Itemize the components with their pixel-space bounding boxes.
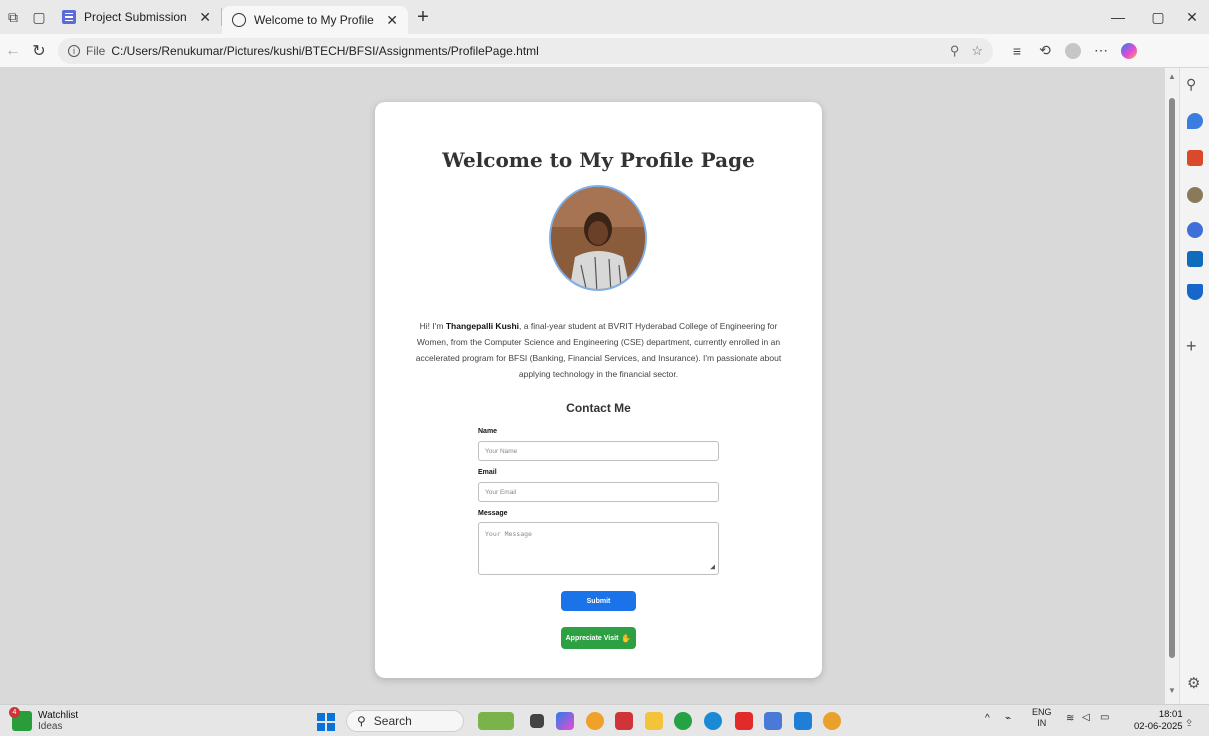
- zoom-icon[interactable]: ⚲: [950, 43, 960, 59]
- tab-welcome-profile[interactable]: Welcome to My Profile ✕: [222, 6, 408, 34]
- widget-subtitle: Ideas: [38, 721, 63, 732]
- system-clock[interactable]: 18:01 02-06-2025: [1134, 709, 1183, 733]
- copilot-app-icon[interactable]: [556, 712, 574, 730]
- region-code: IN: [1037, 718, 1047, 728]
- tray-expand-icon[interactable]: ^: [985, 713, 990, 724]
- bio-intro: Hi! I'm: [419, 321, 446, 331]
- refresh-button[interactable]: ↻: [26, 34, 52, 68]
- tab-title: Project Submission Form (HTML,: [84, 10, 191, 24]
- whatsapp-icon[interactable]: [674, 712, 692, 730]
- globe-icon: [232, 13, 246, 27]
- start-button[interactable]: [317, 713, 335, 731]
- clock-date: 02-06-2025: [1134, 721, 1183, 732]
- drop-icon[interactable]: [1187, 284, 1203, 300]
- minimize-button[interactable]: —: [1098, 0, 1138, 34]
- battery-saver-icon[interactable]: ⌁: [1005, 713, 1011, 724]
- edge-sidebar: ⚲ + ⚙: [1179, 68, 1209, 704]
- wifi-icon[interactable]: ≋: [1066, 713, 1074, 724]
- battery-icon[interactable]: ▭: [1100, 712, 1109, 723]
- tab-title: Welcome to My Profile: [254, 13, 374, 27]
- tab-project-submission[interactable]: Project Submission Form (HTML, ✕: [52, 8, 222, 26]
- info-icon[interactable]: i: [68, 44, 80, 57]
- url-scheme: File: [86, 43, 106, 58]
- more-menu-icon[interactable]: ⋯: [1087, 34, 1115, 68]
- scroll-up-icon[interactable]: ▲: [1168, 72, 1176, 81]
- tab-strip: ⧉ ▢ Project Submission Form (HTML, ✕ Wel…: [0, 0, 1209, 34]
- scroll-down-icon[interactable]: ▼: [1168, 686, 1176, 695]
- widget-title: Watchlist: [38, 710, 79, 721]
- outlook-icon[interactable]: [1187, 251, 1203, 267]
- microsoft-365-icon[interactable]: [1187, 222, 1203, 238]
- email-label: Email: [478, 469, 497, 476]
- appreciate-visit-button[interactable]: Appreciate Visit ✋: [561, 627, 636, 649]
- email-input[interactable]: Your Email: [478, 482, 719, 502]
- file-explorer-icon[interactable]: [645, 712, 663, 730]
- tools-icon[interactable]: [1187, 150, 1203, 166]
- clap-icon: ✋: [621, 633, 632, 643]
- bio-name: Thangepalli Kushi: [445, 321, 520, 331]
- profile-card: Welcome to My Profile Page Hi! I'm Thang…: [375, 102, 822, 678]
- news-widget-icon[interactable]: [478, 712, 514, 730]
- message-textarea[interactable]: Your Message ◢: [478, 522, 719, 575]
- close-tab-icon[interactable]: ✕: [386, 12, 398, 29]
- favorites-icon[interactable]: ≡: [1003, 34, 1031, 68]
- search-label: Search: [373, 714, 412, 728]
- form-favicon-icon: [62, 10, 76, 24]
- new-tab-button[interactable]: +: [408, 0, 438, 34]
- address-bar[interactable]: i File C:/Users/Renukumar/Pictures/kushi…: [58, 37, 993, 64]
- browser-toolbar: ← ↻ i File C:/Users/Renukumar/Pictures/k…: [0, 34, 1209, 68]
- add-sidebar-app-icon[interactable]: +: [1186, 336, 1197, 357]
- close-tab-icon[interactable]: ✕: [199, 9, 211, 26]
- windows-taskbar: 4 Watchlist Ideas ⚲ Search ^ ⌁ ENG IN ≋ ◁ ▭…: [0, 704, 1209, 736]
- back-button[interactable]: ←: [0, 34, 26, 68]
- taskbar-search[interactable]: ⚲ Search: [346, 710, 464, 732]
- workspaces-icon[interactable]: ⧉: [0, 0, 26, 34]
- tab-actions-icon[interactable]: ▢: [26, 0, 52, 34]
- name-input[interactable]: Your Name: [478, 441, 719, 461]
- page-title: Welcome to My Profile Page: [442, 148, 755, 172]
- search-icon[interactable]: ⚲: [1186, 76, 1196, 93]
- favorite-star-icon[interactable]: ☆: [971, 43, 983, 59]
- contact-heading: Contact Me: [566, 401, 631, 415]
- history-icon[interactable]: ⟲: [1031, 34, 1059, 68]
- volume-icon[interactable]: ◁: [1082, 712, 1090, 723]
- sidebar-settings-icon[interactable]: ⚙: [1187, 674, 1200, 692]
- notifications-icon[interactable]: ⍚: [1186, 713, 1193, 728]
- language-indicator[interactable]: ENG IN: [1032, 707, 1052, 729]
- resize-handle-icon[interactable]: ◢: [710, 562, 715, 571]
- mcafee-icon[interactable]: [615, 712, 633, 730]
- chrome-icon[interactable]: [823, 712, 841, 730]
- scroll-thumb[interactable]: [1169, 98, 1175, 658]
- store-app-icon[interactable]: [586, 712, 604, 730]
- stock-chart-icon: 4: [9, 707, 32, 731]
- copilot-button[interactable]: [1115, 34, 1143, 68]
- close-window-button[interactable]: ✕: [1172, 0, 1209, 34]
- ms-store-icon[interactable]: [764, 712, 782, 730]
- task-view-icon[interactable]: [530, 714, 544, 728]
- profile-photo: [549, 185, 647, 291]
- avatar-icon: [1065, 42, 1081, 59]
- search-icon: ⚲: [357, 714, 366, 728]
- youtube-icon[interactable]: [735, 712, 753, 730]
- copilot-icon: [1121, 42, 1137, 59]
- appreciate-label: Appreciate Visit: [565, 634, 619, 642]
- games-icon[interactable]: [1187, 187, 1203, 203]
- vscode-icon[interactable]: [794, 712, 812, 730]
- notification-badge: 4: [9, 707, 20, 718]
- submit-button[interactable]: Submit: [561, 591, 636, 611]
- profile-button[interactable]: [1059, 34, 1087, 68]
- shopping-tag-icon[interactable]: [1187, 113, 1203, 129]
- url-text[interactable]: C:/Users/Renukumar/Pictures/kushi/BTECH/…: [111, 44, 937, 58]
- watchlist-widget[interactable]: 4 Watchlist Ideas: [9, 707, 79, 732]
- submit-label: Submit: [586, 597, 611, 605]
- bio-paragraph: Hi! I'm Thangepalli Kushi, a final-year …: [405, 318, 792, 382]
- lang-code: ENG: [1032, 707, 1052, 717]
- page-scrollbar[interactable]: ▲ ▼: [1165, 68, 1179, 704]
- name-label: Name: [478, 428, 498, 435]
- edge-icon[interactable]: [704, 712, 722, 730]
- message-placeholder: Your Message: [485, 530, 532, 538]
- message-label: Message: [478, 510, 508, 517]
- clock-time: 18:01: [1158, 709, 1183, 720]
